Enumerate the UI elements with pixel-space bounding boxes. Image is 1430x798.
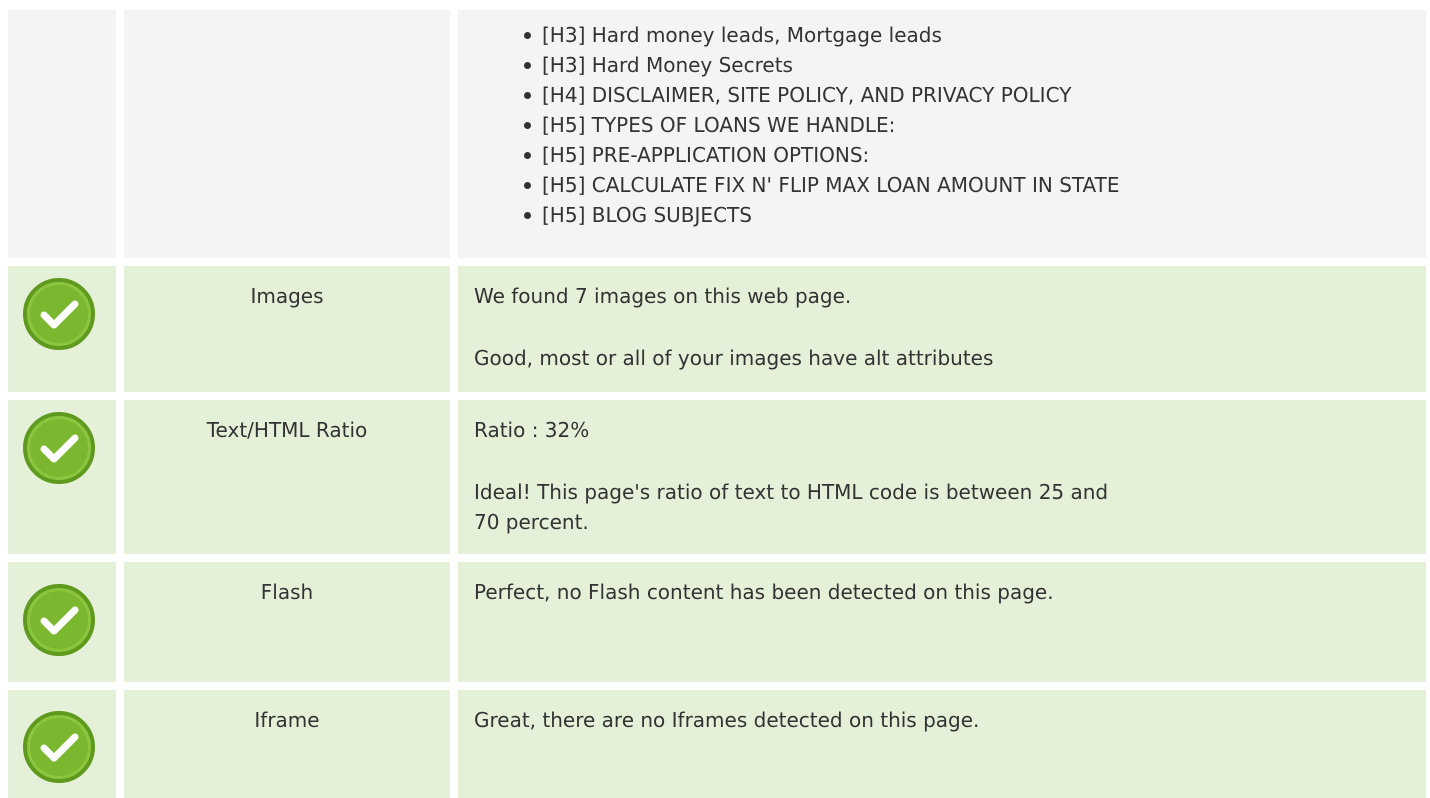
images-label-cell: Images xyxy=(124,266,450,392)
check-circle-icon xyxy=(23,278,95,350)
list-item: [H5] TYPES OF LOANS WE HANDLE: xyxy=(522,110,1120,140)
iframe-icon-cell xyxy=(8,690,116,798)
images-icon-cell xyxy=(8,266,116,392)
list-item: [H4] DISCLAIMER, SITE POLICY, AND PRIVAC… xyxy=(522,80,1120,110)
list-item: [H5] BLOG SUBJECTS xyxy=(522,200,1120,230)
bullet-icon xyxy=(524,92,531,99)
check-circle-icon xyxy=(23,412,95,484)
ratio-row: Text/HTML Ratio Ratio : 32% Ideal! This … xyxy=(8,400,1426,554)
images-desc-cell: We found 7 images on this web page. Good… xyxy=(458,266,1426,392)
flash-label-cell: Flash xyxy=(124,562,450,682)
list-item: [H3] Hard Money Secrets xyxy=(522,50,1120,80)
bullet-icon xyxy=(524,62,531,69)
headings-list: [H3] Hard money leads, Mortgage leads [H… xyxy=(522,20,1120,230)
ratio-label-cell: Text/HTML Ratio xyxy=(124,400,450,554)
iframe-label-cell: Iframe xyxy=(124,690,450,798)
headings-icon-cell xyxy=(8,10,116,258)
images-alt-text: Good, most or all of your images have al… xyxy=(474,346,994,370)
images-row: Images We found 7 images on this web pag… xyxy=(8,266,1426,392)
list-item: [H5] PRE-APPLICATION OPTIONS: xyxy=(522,140,1120,170)
flash-row: Flash Perfect, no Flash content has been… xyxy=(8,562,1426,682)
list-item: [H3] Hard money leads, Mortgage leads xyxy=(522,20,1120,50)
ratio-ideal-text: Ideal! This page's ratio of text to HTML… xyxy=(474,480,1109,534)
check-circle-icon xyxy=(23,711,95,783)
headings-row: [H3] Hard money leads, Mortgage leads [H… xyxy=(8,10,1426,258)
images-label: Images xyxy=(250,284,324,308)
headings-label-cell xyxy=(124,10,450,258)
flash-label: Flash xyxy=(260,580,314,604)
flash-icon-cell xyxy=(8,562,116,682)
headings-desc-cell: [H3] Hard money leads, Mortgage leads [H… xyxy=(458,10,1426,258)
ratio-desc-cell: Ratio : 32% Ideal! This page's ratio of … xyxy=(458,400,1426,554)
bullet-icon xyxy=(524,122,531,129)
iframe-label: Iframe xyxy=(254,708,320,732)
bullet-icon xyxy=(524,212,531,219)
bullet-icon xyxy=(524,32,531,39)
ratio-value-text: Ratio : 32% xyxy=(474,418,590,442)
iframe-row: Iframe Great, there are no Iframes detec… xyxy=(8,690,1426,798)
check-circle-icon xyxy=(23,584,95,656)
ratio-icon-cell xyxy=(8,400,116,554)
bullet-icon xyxy=(524,182,531,189)
iframe-result-text: Great, there are no Iframes detected on … xyxy=(474,708,980,732)
flash-result-text: Perfect, no Flash content has been detec… xyxy=(474,580,1054,604)
flash-desc-cell: Perfect, no Flash content has been detec… xyxy=(458,562,1426,682)
iframe-desc-cell: Great, there are no Iframes detected on … xyxy=(458,690,1426,798)
bullet-icon xyxy=(524,152,531,159)
list-item: [H5] CALCULATE FIX N' FLIP MAX LOAN AMOU… xyxy=(522,170,1120,200)
images-count-text: We found 7 images on this web page. xyxy=(474,284,852,308)
ratio-label: Text/HTML Ratio xyxy=(206,418,368,442)
